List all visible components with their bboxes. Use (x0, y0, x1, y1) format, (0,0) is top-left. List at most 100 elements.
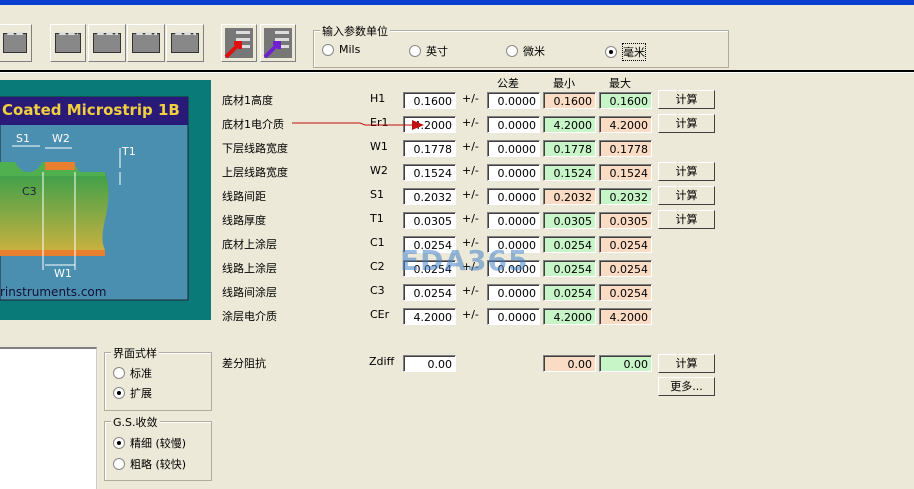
diagram-title: Coated Microstrip 1B (2, 101, 180, 119)
param-tolerance-input[interactable]: 0.0000 (487, 116, 540, 133)
gs-radio-coarse[interactable]: 粗略 (较快) (113, 456, 186, 472)
param-label: 上层线路宽度 (222, 166, 288, 179)
zdiff-min: 0.00 (543, 355, 596, 372)
param-label: 涂层电介质 (222, 310, 277, 323)
label-t1: T1 (122, 145, 136, 158)
structure-button-5[interactable] (166, 24, 204, 62)
param-min: 0.0254 (543, 284, 596, 301)
param-max: 0.0254 (599, 284, 652, 301)
param-max: 4.2000 (599, 116, 652, 133)
param-tolerance-input[interactable]: 0.0000 (487, 164, 540, 181)
param-symbol: S1 (370, 188, 384, 201)
reverse-calc-button[interactable] (260, 24, 296, 62)
gs-group: G.S.收敛 精细 (较慢) 粗略 (较快) (104, 414, 212, 481)
param-max: 0.0305 (599, 212, 652, 229)
plusminus-label: +/- (462, 308, 479, 321)
param-symbol: C2 (370, 260, 385, 273)
param-label: 线路间涂层 (222, 286, 277, 299)
label-w2: W2 (52, 132, 70, 145)
structure-button-3[interactable] (88, 24, 126, 62)
param-tolerance-input[interactable]: 0.0000 (487, 92, 540, 109)
gs-group-title: G.S.收敛 (111, 414, 160, 430)
zdiff-input[interactable]: 0.00 (403, 355, 456, 372)
calc-button[interactable]: 计算 (658, 210, 715, 229)
units-group: 输入参数单位 Mils 英寸 微米 毫米 (313, 23, 729, 68)
param-label: 底材1高度 (222, 94, 273, 107)
style-group: 界面式样 标准 扩展 (104, 345, 212, 411)
zdiff-calc-button[interactable]: 计算 (658, 354, 715, 373)
param-value-input[interactable]: 0.1778 (403, 140, 456, 157)
annotation-arrow (292, 120, 424, 130)
radio-icon-selected (113, 387, 125, 399)
structure-button-2[interactable] (50, 24, 86, 62)
unit-radio-mils[interactable]: Mils (322, 43, 360, 56)
radio-label: 标准 (130, 367, 152, 380)
title-bar (0, 0, 914, 5)
structure-button-4[interactable] (127, 24, 165, 62)
plusminus-label: +/- (462, 164, 479, 177)
radio-icon (322, 43, 334, 56)
unit-radio-inch[interactable]: 英寸 (409, 43, 448, 59)
radio-label: 扩展 (130, 387, 152, 400)
radio-icon (113, 367, 125, 379)
param-label: 线路间距 (222, 190, 266, 203)
param-min: 0.2032 (543, 188, 596, 205)
param-value-input[interactable]: 0.1600 (403, 92, 456, 109)
param-min: 0.1524 (543, 164, 596, 181)
structure-button-1[interactable] (0, 24, 32, 62)
param-tolerance-input[interactable]: 0.0000 (487, 308, 540, 325)
param-value-input[interactable]: 0.0254 (403, 284, 456, 301)
units-group-title: 输入参数单位 (320, 23, 390, 39)
calc-button[interactable]: 计算 (658, 162, 715, 181)
param-symbol: C3 (370, 284, 385, 297)
param-label: 线路上涂层 (222, 262, 277, 275)
param-max: 0.0254 (599, 236, 652, 253)
calc-button[interactable]: 计算 (658, 90, 715, 109)
plusminus-label: +/- (462, 140, 479, 153)
param-min: 4.2000 (543, 308, 596, 325)
param-max: 0.2032 (599, 188, 652, 205)
zdiff-max: 0.00 (599, 355, 652, 372)
forward-calc-button[interactable] (221, 24, 257, 62)
style-radio-extended[interactable]: 扩展 (113, 385, 152, 401)
header-min: 最小 (553, 77, 575, 90)
param-label: 下层线路宽度 (222, 142, 288, 155)
style-radio-standard[interactable]: 标准 (113, 365, 152, 381)
radio-icon (113, 458, 125, 470)
unit-radio-micron[interactable]: 微米 (506, 43, 545, 59)
param-value-input[interactable]: 0.0305 (403, 212, 456, 229)
param-symbol: W2 (370, 164, 388, 177)
diagram-url: rinstruments.com (0, 285, 107, 299)
calc-button[interactable]: 计算 (658, 186, 715, 205)
param-label: 线路厚度 (222, 214, 266, 227)
calc-button[interactable]: 计算 (658, 114, 715, 133)
param-value-input[interactable]: 4.2000 (403, 308, 456, 325)
radio-label: 微米 (523, 45, 545, 58)
param-tolerance-input[interactable]: 0.0000 (487, 284, 540, 301)
param-value-input[interactable]: 0.1524 (403, 164, 456, 181)
param-label: 底材1电介质 (222, 118, 284, 131)
gs-radio-fine[interactable]: 精细 (较慢) (113, 435, 186, 451)
param-tolerance-input[interactable]: 0.0000 (487, 140, 540, 157)
radio-icon (506, 45, 518, 57)
header-max: 最大 (609, 77, 631, 90)
param-symbol: H1 (370, 92, 386, 105)
param-min: 0.1600 (543, 92, 596, 109)
plusminus-label: +/- (462, 116, 479, 129)
param-max: 0.1524 (599, 164, 652, 181)
plusminus-label: +/- (462, 92, 479, 105)
unit-radio-mm[interactable]: 毫米 (605, 43, 646, 61)
more-button[interactable]: 更多... (658, 377, 715, 396)
param-tolerance-input[interactable]: 0.0000 (487, 188, 540, 205)
param-symbol: C1 (370, 236, 385, 249)
label-c3: C3 (22, 185, 37, 198)
param-tolerance-input[interactable]: 0.0000 (487, 212, 540, 229)
radio-icon (409, 45, 421, 57)
param-value-input[interactable]: 0.2032 (403, 188, 456, 205)
param-max: 0.1600 (599, 92, 652, 109)
separator (0, 70, 914, 73)
structure-diagram: Coated Microstrip 1B S1 W2 T1 C3 W1 rins… (0, 80, 211, 320)
red-arrow-icon (224, 28, 253, 59)
output-box (0, 347, 97, 489)
style-group-title: 界面式样 (111, 345, 159, 361)
